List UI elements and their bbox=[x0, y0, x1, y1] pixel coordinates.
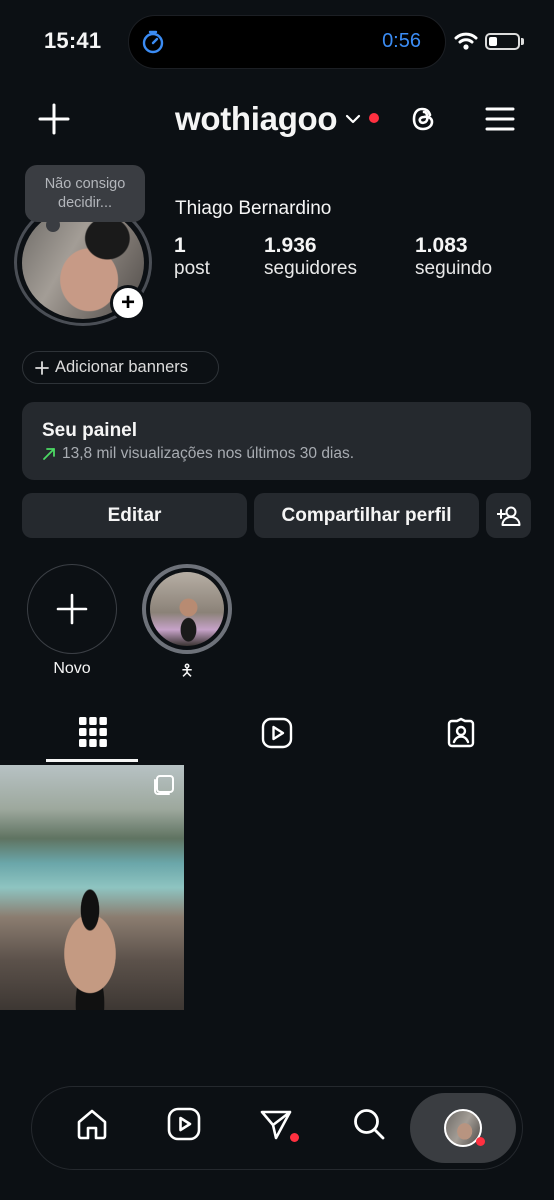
direct-messages-icon[interactable] bbox=[259, 1107, 293, 1141]
dashboard-subtitle: 13,8 mil visualizações nos últimos 30 di… bbox=[62, 445, 355, 462]
timer-icon bbox=[141, 30, 165, 54]
stat-value: 1 bbox=[174, 234, 186, 257]
reels-icon[interactable] bbox=[261, 717, 293, 749]
trend-up-icon bbox=[42, 447, 56, 461]
search-icon[interactable] bbox=[352, 1107, 386, 1141]
stat-label: post bbox=[174, 258, 210, 279]
discover-people-button[interactable] bbox=[486, 493, 531, 538]
stat-value: 1.083 bbox=[415, 234, 468, 257]
dynamic-island[interactable]: 0:56 bbox=[128, 15, 446, 69]
highlight-label: 🯅 bbox=[179, 663, 195, 680]
stat-following[interactable]: 1.083 seguindo bbox=[415, 234, 492, 280]
grid-icon[interactable] bbox=[79, 717, 107, 747]
profile-username[interactable]: wothiagoo bbox=[175, 100, 338, 138]
dashboard-stats: 13,8 mil visualizações nos últimos 30 di… bbox=[42, 445, 354, 463]
create-plus-icon[interactable] bbox=[38, 103, 70, 135]
carousel-icon bbox=[152, 775, 174, 797]
tagged-icon[interactable] bbox=[445, 717, 477, 749]
status-time: 15:41 bbox=[44, 28, 102, 53]
highlight-label: Novo bbox=[53, 660, 91, 677]
stat-posts[interactable]: 1 post bbox=[174, 234, 210, 280]
highlight-item[interactable] bbox=[142, 564, 232, 654]
battery-tip bbox=[521, 38, 524, 45]
post-thumbnail[interactable] bbox=[0, 765, 184, 1010]
share-profile-button[interactable]: Compartilhar perfil bbox=[254, 493, 479, 538]
reels-nav-icon[interactable] bbox=[167, 1107, 201, 1141]
plus-icon bbox=[35, 360, 49, 375]
post-subject bbox=[45, 885, 135, 1010]
profile-note[interactable]: Não consigo decidir... bbox=[25, 165, 145, 222]
highlight-cover bbox=[150, 572, 224, 646]
plus-icon bbox=[56, 593, 88, 625]
home-icon[interactable] bbox=[75, 1107, 109, 1141]
add-person-icon bbox=[496, 505, 521, 527]
add-story-button[interactable]: + bbox=[110, 285, 146, 321]
stat-value: 1.936 bbox=[264, 234, 317, 257]
stat-label: seguindo bbox=[415, 258, 493, 279]
add-banners-label: Adicionar banners bbox=[55, 358, 188, 376]
new-highlight-button[interactable] bbox=[27, 564, 117, 654]
edit-profile-button[interactable]: Editar bbox=[22, 493, 247, 538]
stat-label: seguidores bbox=[264, 258, 357, 279]
account-notification-dot bbox=[369, 113, 379, 123]
active-tab-indicator bbox=[46, 759, 138, 762]
dashboard-title: Seu painel bbox=[42, 420, 138, 441]
messages-notification-dot bbox=[290, 1133, 299, 1142]
threads-icon[interactable] bbox=[408, 103, 440, 135]
profile-notification-dot bbox=[476, 1137, 485, 1146]
chevron-down-icon[interactable] bbox=[345, 113, 361, 125]
professional-dashboard[interactable]: Seu painel 13,8 mil visualizações nos úl… bbox=[22, 402, 531, 480]
add-banners-button[interactable]: Adicionar banners bbox=[22, 351, 219, 384]
stat-followers[interactable]: 1.936 seguidores bbox=[264, 234, 357, 280]
menu-icon[interactable] bbox=[485, 106, 515, 132]
bottom-navigation bbox=[31, 1086, 523, 1170]
wifi-icon bbox=[454, 31, 478, 50]
battery-icon bbox=[485, 33, 520, 50]
profile-full-name: Thiago Bernardino bbox=[175, 198, 332, 219]
battery-level bbox=[489, 37, 497, 46]
island-timer-text: 0:56 bbox=[382, 30, 421, 52]
